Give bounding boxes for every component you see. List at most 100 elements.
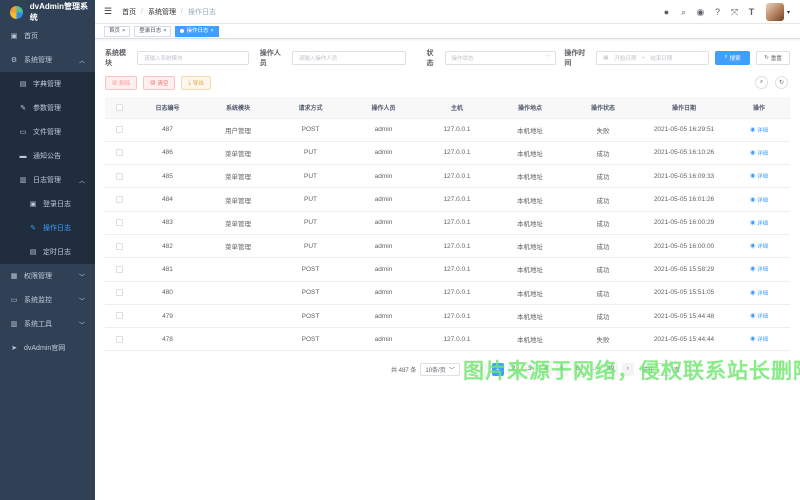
bell-icon[interactable]: ● [658, 7, 675, 17]
page-button[interactable]: 6 [571, 362, 584, 376]
export-button[interactable]: ⤓ 导出 [181, 76, 211, 90]
row-checkbox[interactable] [115, 335, 123, 343]
submenu-logs: ▣ 登录日志 ✎ 操作日志 ▤ 定时日志 [0, 192, 95, 264]
close-icon[interactable]: × [122, 27, 125, 36]
sidebar-item-dict[interactable]: ▤ 字典管理 [0, 72, 95, 96]
row-checkbox[interactable] [115, 312, 123, 320]
row-select-cell[interactable] [105, 211, 133, 235]
row-checkbox[interactable] [115, 195, 123, 203]
row-checkbox[interactable] [115, 219, 123, 227]
row-checkbox[interactable] [115, 265, 123, 273]
breadcrumb-home[interactable]: 首页 [122, 7, 136, 17]
row-checkbox[interactable] [115, 289, 123, 297]
detail-link[interactable]: ◉ 详细 [750, 128, 768, 134]
select-all-cell[interactable] [105, 97, 133, 119]
detail-link[interactable]: ◉ 详细 [750, 151, 768, 157]
delete-button[interactable]: ▥ 删除 [105, 76, 138, 90]
detail-link[interactable]: ◉ 详细 [750, 267, 768, 273]
table-row[interactable]: 487 用户管理 POST admin 127.0.0.1 本机地址 失败 2021-05-0… [105, 118, 790, 142]
page-button[interactable]: 4 [539, 362, 552, 376]
page-jump-input[interactable] [656, 362, 671, 376]
prev-page-button[interactable]: ‹ [475, 362, 488, 376]
page-button[interactable]: 3 [523, 362, 536, 376]
row-select-cell[interactable] [105, 234, 133, 259]
close-icon[interactable]: × [163, 27, 166, 36]
table-row[interactable]: 479 POST admin 127.0.0.1 本机地址 成功 2021-05-05 15… [105, 304, 790, 329]
sidebar-logo[interactable]: dvAdmin管理系统 [0, 0, 95, 24]
size-select-icon[interactable]: T [743, 7, 760, 17]
sidebar-item-website[interactable]: ➤ dvAdmin官网 [0, 336, 95, 360]
search-button[interactable]: ⌕ 搜索 [715, 50, 751, 65]
date-range-picker[interactable]: ▦ 开始日期 - 结束日期 [596, 50, 710, 65]
row-select-cell[interactable] [105, 327, 133, 352]
detail-link[interactable]: ◉ 详细 [750, 198, 768, 204]
status-select[interactable]: 操作状态 ﹀ [444, 50, 557, 65]
detail-link[interactable]: ◉ 详细 [750, 221, 768, 227]
table-row[interactable]: 485 菜单管理 PUT admin 127.0.0.1 本机地址 成功 2021-05-05… [105, 164, 790, 189]
table-cell: admin [347, 187, 420, 212]
detail-link[interactable]: ◉ 详细 [750, 337, 768, 343]
avatar[interactable] [765, 3, 784, 21]
page-size-select[interactable]: 10条/页 ﹀ [420, 362, 460, 376]
next-page-button[interactable]: › [621, 362, 634, 376]
table-row[interactable]: 478 POST admin 127.0.0.1 本机地址 失败 2021-05-05 15… [105, 327, 790, 352]
page-content: 系统模块 请输入系统模块 操作人员 请输入操作人员 状态 操作状态 ﹀ 操作时间 … [95, 48, 800, 352]
clear-button[interactable]: ▥ 清空 [143, 76, 176, 90]
toggle-search-button[interactable]: ⌕ [755, 76, 768, 89]
sidebar-item-job-log[interactable]: ▤ 定时日志 [0, 240, 95, 264]
row-select-cell[interactable] [105, 164, 133, 189]
table-row[interactable]: 480 POST admin 127.0.0.1 本机地址 成功 2021-05-05 15… [105, 281, 790, 305]
table-row[interactable]: 484 菜单管理 PUT admin 127.0.0.1 本机地址 成功 2021-05-05… [105, 187, 790, 212]
search-icon[interactable]: ⌕ [675, 7, 692, 18]
row-select-cell[interactable] [105, 257, 133, 282]
page-button[interactable]: 5 [555, 362, 568, 376]
sidebar-item-system[interactable]: ⚙ 系统管理 ︿ [0, 48, 95, 72]
sidebar-item-home[interactable]: ▣ 首页 [0, 24, 95, 48]
reset-button[interactable]: ↻ 重置 [756, 50, 790, 65]
operator-input[interactable]: 请输入操作人员 [291, 50, 406, 65]
page-button[interactable]: 49 [603, 362, 618, 376]
sidebar-item-tools[interactable]: ▥ 系统工具 ﹀ [0, 312, 95, 336]
page-button[interactable]: 2 [507, 362, 520, 376]
fullscreen-icon[interactable]: ⤧ [726, 7, 743, 18]
more-pages-button[interactable]: ... [587, 362, 600, 376]
row-select-cell[interactable] [105, 187, 133, 212]
table-row[interactable]: 486 菜单管理 PUT admin 127.0.0.1 本机地址 成功 2021-05-05… [105, 141, 790, 166]
select-all-checkbox[interactable] [115, 103, 123, 111]
row-select-cell[interactable] [105, 281, 133, 305]
module-input[interactable]: 请输入系统模块 [136, 50, 249, 65]
tag-oper-log[interactable]: 操作日志 × [175, 25, 219, 37]
close-icon[interactable]: × [210, 27, 213, 36]
sidebar-item-oper-log[interactable]: ✎ 操作日志 [0, 216, 95, 240]
row-checkbox[interactable] [115, 172, 123, 180]
detail-link[interactable]: ◉ 详细 [750, 314, 768, 320]
hamburger-icon[interactable]: ☰ [104, 6, 112, 17]
row-select-cell[interactable] [105, 304, 133, 329]
breadcrumb-system[interactable]: 系统管理 [148, 7, 176, 17]
github-icon[interactable]: ◉ [692, 7, 709, 18]
row-checkbox[interactable] [115, 149, 123, 157]
tag-login-log[interactable]: 登录日志 × [134, 25, 172, 37]
sidebar-item-notice[interactable]: ▬ 通知公告 [0, 144, 95, 168]
sidebar-item-logs[interactable]: ▥ 日志管理 ︿ [0, 168, 95, 192]
caret-down-icon[interactable]: ▾ [787, 9, 790, 16]
table-row[interactable]: 483 菜单管理 PUT admin 127.0.0.1 本机地址 成功 2021-05-05… [105, 211, 790, 235]
sidebar-item-params[interactable]: ✎ 参数管理 [0, 96, 95, 120]
sidebar-item-files[interactable]: ▭ 文件管理 [0, 120, 95, 144]
refresh-button[interactable]: ↻ [775, 76, 788, 89]
row-select-cell[interactable] [105, 118, 133, 142]
sidebar-item-monitor[interactable]: ▭ 系统监控 ﹀ [0, 288, 95, 312]
detail-link[interactable]: ◉ 详细 [750, 174, 768, 180]
detail-link[interactable]: ◉ 详细 [750, 291, 768, 297]
sidebar-item-permission[interactable]: ▦ 权限管理 ﹀ [0, 264, 95, 288]
tag-home[interactable]: 首页 × [104, 25, 131, 37]
table-row[interactable]: 481 POST admin 127.0.0.1 本机地址 成功 2021-05-05 15… [105, 257, 790, 282]
detail-link[interactable]: ◉ 详细 [750, 244, 768, 250]
row-checkbox[interactable] [115, 242, 123, 250]
page-button[interactable]: 1 [491, 362, 504, 376]
table-row[interactable]: 482 菜单管理 PUT admin 127.0.0.1 本机地址 成功 2021-05-05… [105, 234, 790, 259]
row-checkbox[interactable] [115, 126, 123, 134]
sidebar-item-login-log[interactable]: ▣ 登录日志 [0, 192, 95, 216]
row-select-cell[interactable] [105, 141, 133, 166]
question-icon[interactable]: ? [709, 7, 726, 17]
